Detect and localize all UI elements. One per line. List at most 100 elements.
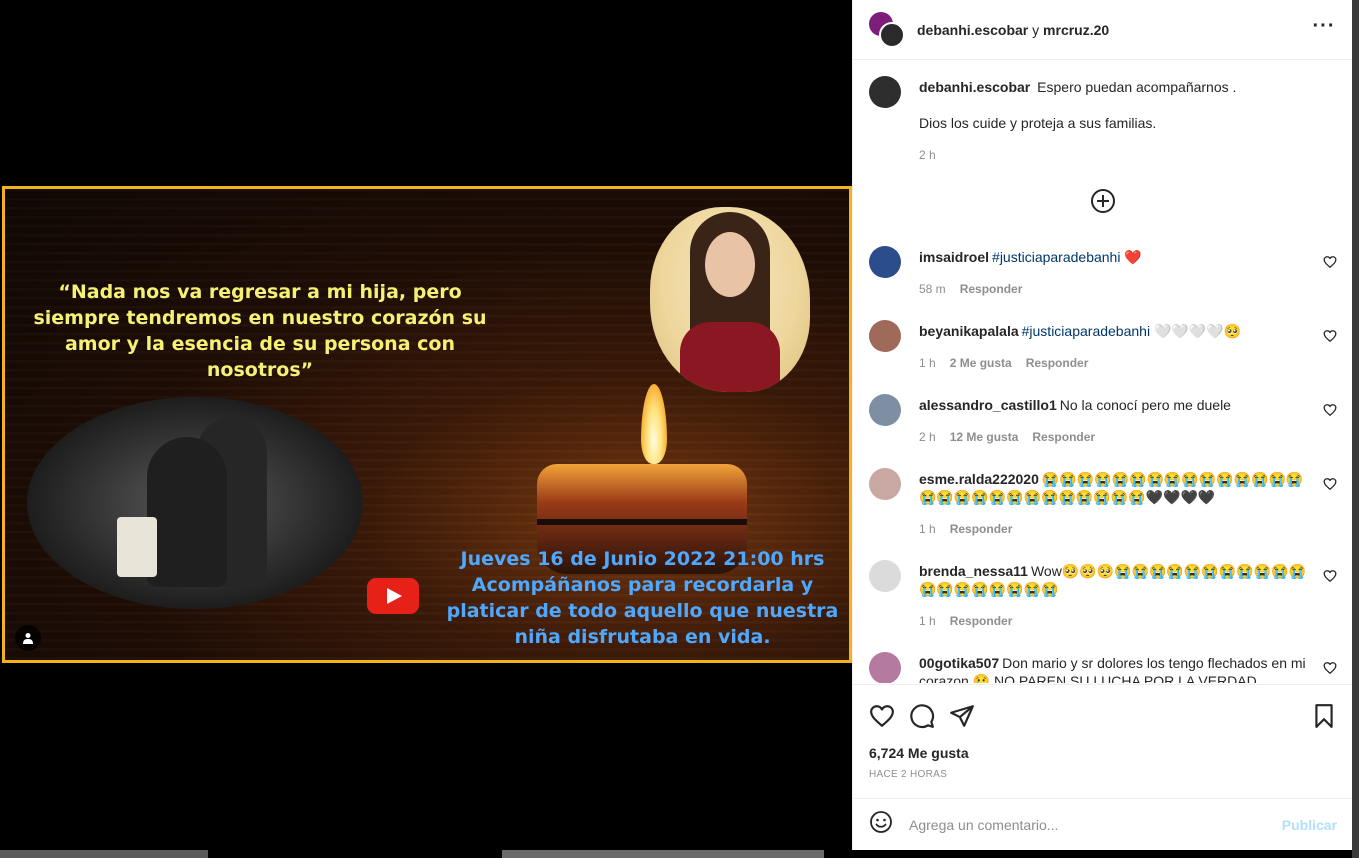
tagged-user-icon[interactable] (15, 625, 41, 651)
comment-item: esme.ralda222020 😭😭😭😭😭😭😭😭😭😭😭😭😭😭😭😭😭😭😭😭😭😭😭😭… (869, 468, 1337, 538)
heart-icon[interactable] (1323, 255, 1337, 269)
publish-button[interactable]: Publicar (1282, 817, 1337, 833)
comment-text: No la conocí pero me duele (1059, 397, 1231, 413)
comment-bubble-icon[interactable] (909, 703, 935, 729)
comment-user[interactable]: alessandro_castillo1 (919, 397, 1057, 413)
caption: debanhi.escobar Espero puedan acompañarn… (869, 76, 1337, 164)
comment-time[interactable]: 1 h (919, 522, 936, 536)
like-heart-icon[interactable] (869, 703, 895, 729)
comment-list: imsaidroel #justiciaparadebanhi ❤️ 58 m Res… (869, 246, 1337, 683)
comment-user[interactable]: brenda_nessa11 (919, 563, 1028, 579)
comment-like-icon[interactable] (1323, 477, 1337, 491)
comments-area: debanhi.escobar Espero puedan acompañarn… (853, 61, 1353, 683)
comment-avatar[interactable] (869, 652, 901, 683)
youtube-play-icon (367, 578, 419, 614)
header-user2[interactable]: mrcruz.20 (1043, 22, 1109, 38)
header-avatar[interactable] (869, 11, 905, 48)
caption-line2: Dios los cuide y proteja a sus familias. (919, 115, 1157, 131)
comment-text: ❤️ (1120, 249, 1142, 265)
emoji-icon[interactable] (869, 810, 893, 834)
comment-like-icon[interactable] (1323, 329, 1337, 343)
share-send-icon[interactable] (949, 703, 975, 729)
scrollbar-gutter[interactable] (1352, 0, 1359, 858)
small-candle (117, 517, 157, 577)
portrait-illustration (650, 207, 810, 392)
load-more-comments[interactable] (869, 188, 1337, 214)
comment-user[interactable]: imsaidroel (919, 249, 989, 265)
reply-button[interactable]: Responder (950, 522, 1013, 536)
family-photo (27, 397, 363, 609)
caption-time[interactable]: 2 h (919, 148, 936, 162)
plus-circle-icon[interactable] (1090, 188, 1116, 214)
comment-time[interactable]: 1 h (919, 356, 936, 370)
comment-time[interactable]: 2 h (919, 430, 936, 444)
comment-body: beyanikapalala #justiciaparadebanhi 🤍🤍🤍🤍🥺… (919, 320, 1241, 372)
action-icons (869, 701, 1337, 731)
save-bookmark-button[interactable] (1311, 703, 1337, 734)
comment-time[interactable]: 1 h (919, 614, 936, 628)
emoji-button[interactable] (869, 810, 893, 839)
heart-icon[interactable] (1323, 329, 1337, 343)
caption-avatar[interactable] (869, 76, 901, 108)
comment-user[interactable]: 00gotika507 (919, 655, 999, 671)
comment-likes[interactable]: 12 Me gusta (950, 430, 1019, 444)
comment-hashtag[interactable]: #justiciaparadebanhi (1022, 323, 1150, 339)
comment-user[interactable]: esme.ralda222020 (919, 471, 1039, 487)
bookmark-icon[interactable] (1311, 703, 1337, 729)
post-side-panel: debanhi.escobar y mrcruz.20 ··· debanhi.… (852, 0, 1353, 850)
comment-avatar[interactable] (869, 560, 901, 592)
comment-like-icon[interactable] (1323, 255, 1337, 269)
event-description: Acompáñanos para recordarla y platicar d… (446, 574, 839, 648)
comment-user[interactable]: beyanikapalala (919, 323, 1019, 339)
comment-body: 00gotika507 Don mario y sr dolores los te… (919, 652, 1307, 683)
heart-icon[interactable] (1323, 477, 1337, 491)
post-header: debanhi.escobar y mrcruz.20 ··· (853, 0, 1352, 60)
comment-hashtag[interactable]: #justiciaparadebanhi (992, 249, 1120, 265)
comment-like-icon[interactable] (1323, 403, 1337, 417)
comment-time[interactable]: 58 m (919, 282, 946, 296)
event-date-line: Jueves 16 de Junio 2022 21:00 hrs (460, 548, 825, 570)
heart-icon[interactable] (1323, 569, 1337, 583)
comment-avatar[interactable] (869, 320, 901, 352)
caption-meta: 2 h (919, 146, 1236, 164)
comment-box: Publicar (853, 798, 1353, 850)
comment-body: esme.ralda222020 😭😭😭😭😭😭😭😭😭😭😭😭😭😭😭😭😭😭😭😭😭😭😭😭… (919, 468, 1307, 538)
comment-likes[interactable]: 2 Me gusta (950, 356, 1012, 370)
comment-like-icon[interactable] (1323, 661, 1337, 675)
post-image[interactable]: “Nada nos va regresar a mi hija, pero si… (2, 186, 852, 663)
comment-item: imsaidroel #justiciaparadebanhi ❤️ 58 m Res… (869, 246, 1337, 298)
comment-meta: 58 m Responder (919, 280, 1142, 298)
mother-figure (147, 437, 227, 587)
caption-user[interactable]: debanhi.escobar (919, 79, 1030, 95)
reply-button[interactable]: Responder (950, 614, 1013, 628)
portrait-dress (680, 322, 780, 392)
comment-text: 🤍🤍🤍🤍🥺 (1150, 323, 1242, 339)
reply-button[interactable]: Responder (960, 282, 1023, 296)
thumbnail-strip-2[interactable] (502, 850, 824, 858)
header-user1[interactable]: debanhi.escobar (917, 22, 1028, 38)
event-text: Jueves 16 de Junio 2022 21:00 hrs Acompá… (430, 546, 849, 650)
comment-avatar[interactable] (869, 246, 901, 278)
comment-meta: 1 h Responder (919, 520, 1307, 538)
candle-band (537, 519, 747, 525)
post-quote-text: “Nada nos va regresar a mi hija, pero si… (33, 281, 487, 381)
comment-avatar[interactable] (869, 394, 901, 426)
more-horizontal-icon[interactable]: ··· (1312, 16, 1336, 40)
header-title: debanhi.escobar y mrcruz.20 (917, 22, 1109, 38)
caption-line1: Espero puedan acompañarnos . (1037, 79, 1237, 95)
comment-meta: 1 h Responder (919, 612, 1307, 630)
comment-input[interactable] (909, 816, 1282, 833)
comment-like-icon[interactable] (1323, 569, 1337, 583)
heart-icon[interactable] (1323, 661, 1337, 675)
reply-button[interactable]: Responder (1026, 356, 1089, 370)
comment-body: imsaidroel #justiciaparadebanhi ❤️ 58 m Res… (919, 246, 1142, 298)
reply-button[interactable]: Responder (1032, 430, 1095, 444)
likes-count[interactable]: 6,724 Me gusta (869, 745, 1337, 761)
post-time[interactable]: HACE 2 HORAS (869, 769, 1337, 780)
comment-avatar[interactable] (869, 468, 901, 500)
thumbnail-strip-1[interactable] (0, 850, 208, 858)
header-connector: y (1032, 21, 1040, 38)
user-icon (23, 633, 33, 644)
heart-icon[interactable] (1323, 403, 1337, 417)
comment-item: 00gotika507 Don mario y sr dolores los te… (869, 652, 1337, 683)
